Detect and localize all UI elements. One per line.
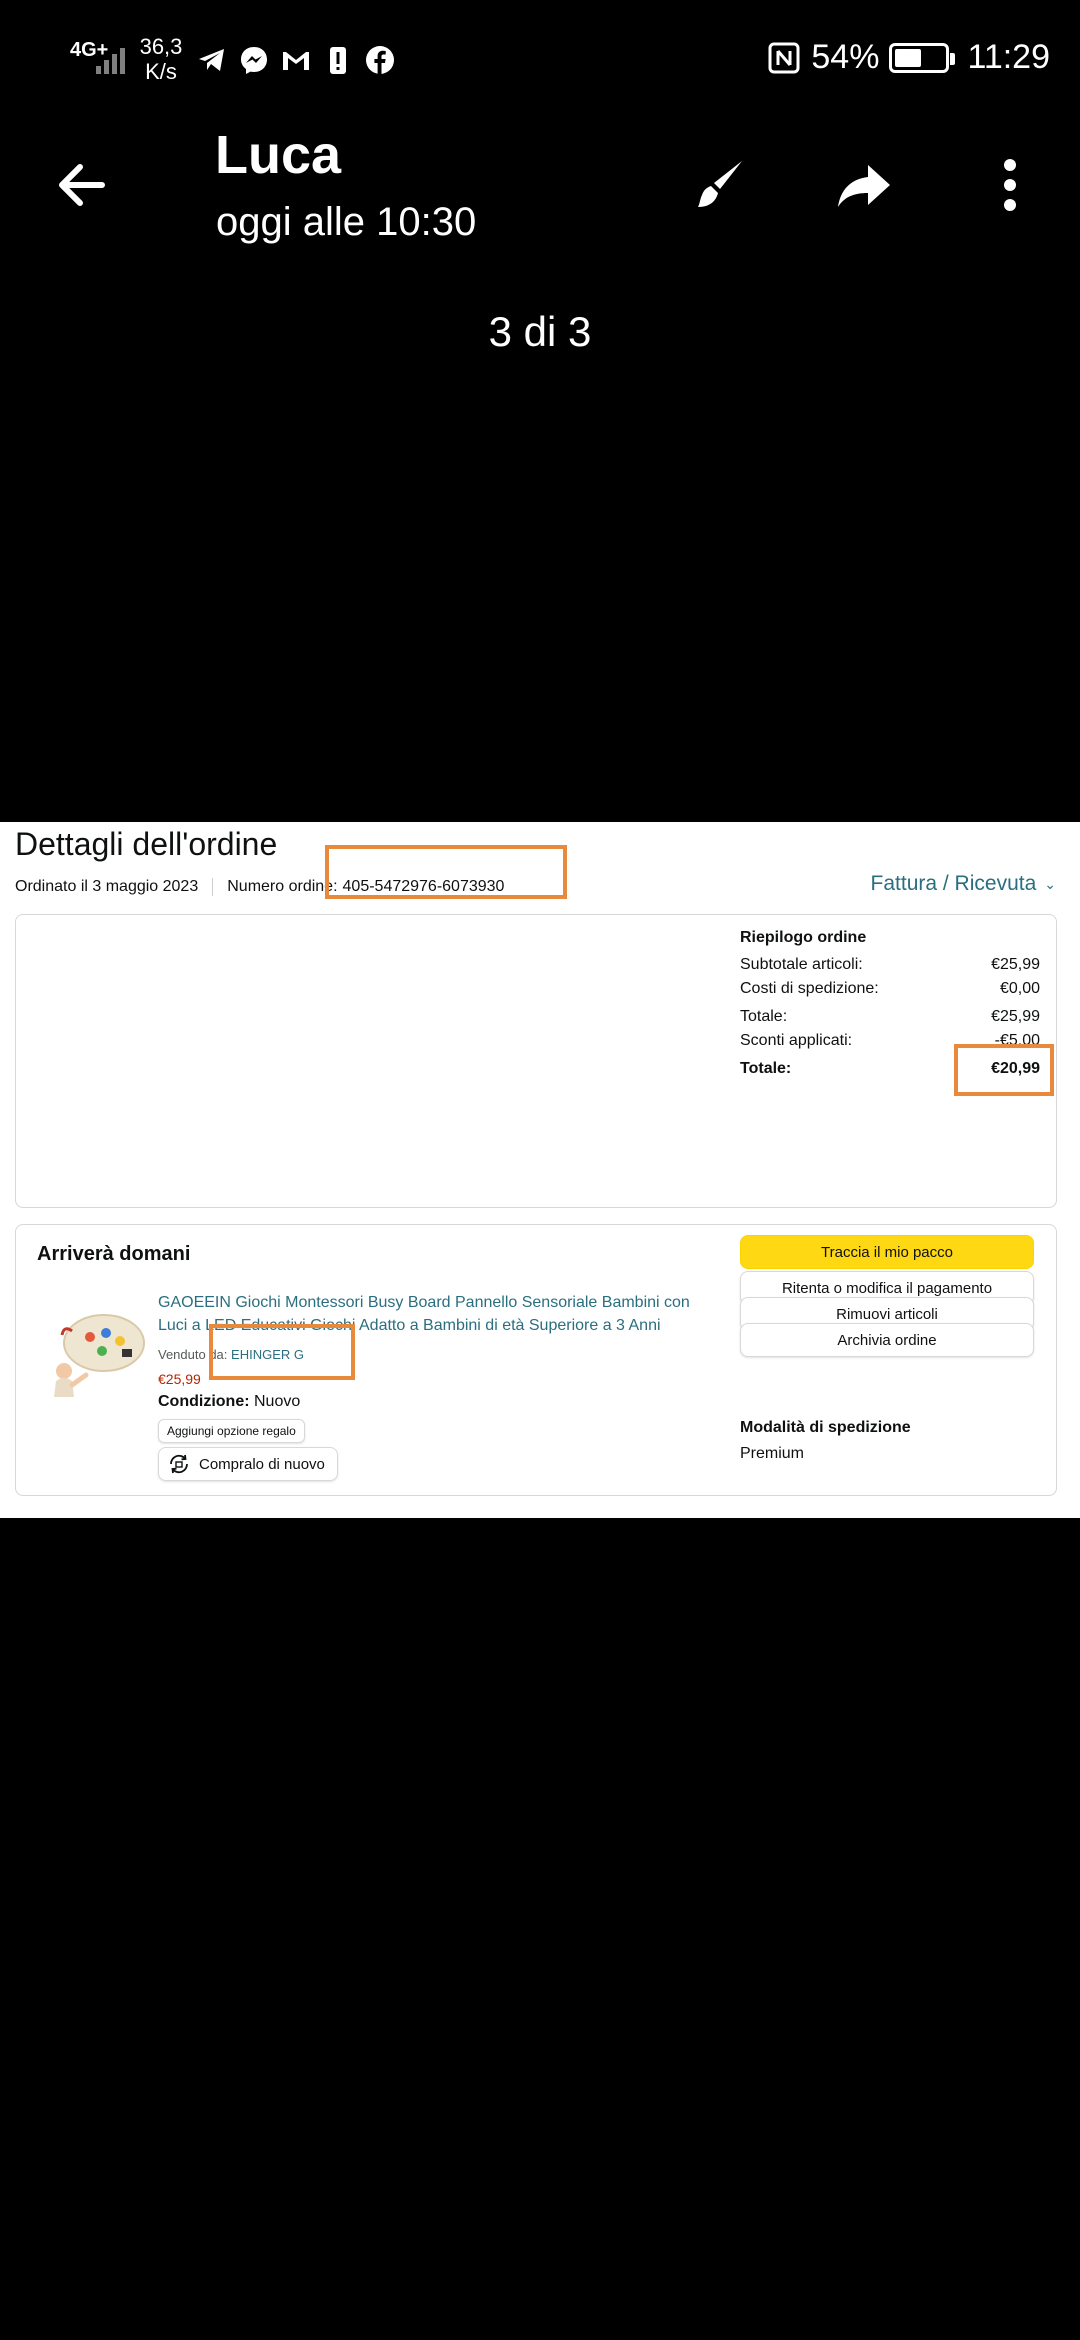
summary-label: Totale: [740,1008,788,1025]
order-screenshot: Dettagli dell'ordine Ordinato il 3 maggi… [0,822,1080,1518]
battery-percent: 54% [811,38,880,76]
battery-icon [889,42,956,73]
highlight-box-total [954,1044,1054,1096]
page-title: Dettagli dell'ordine [15,826,278,862]
image-counter: 3 di 3 [488,308,592,355]
condition-value: Nuovo [254,1393,301,1410]
gmail-icon [283,52,309,70]
product-image[interactable] [42,1301,152,1401]
order-number-label: Numero ordine: [227,878,338,895]
arrival-status: Arriverà domani [37,1243,191,1265]
track-package-button[interactable]: Traccia il mio pacco [740,1235,1034,1269]
condition-label: Condizione: [158,1393,250,1410]
shipping-method-value: Premium [740,1445,805,1462]
product-condition: Condizione: Nuovo [158,1393,300,1411]
signal-icon [96,44,125,74]
summary-row: Totale: €25,99 [740,1005,1040,1029]
summary-label: Sconti applicati: [740,1032,853,1049]
highlight-box-order-number [325,845,567,899]
archive-order-button[interactable]: Archivia ordine [740,1323,1034,1357]
divider [212,878,214,896]
status-right: 54% 11:29 [767,38,1050,77]
buy-again-icon [170,1454,188,1474]
summary-label: Costi di spedizione: [740,980,879,997]
buy-again-button[interactable]: Compralo di nuovo [158,1447,338,1481]
order-date: Ordinato il 3 maggio 2023 [15,878,199,895]
invoice-link[interactable]: Fattura / Ricevuta ⌄ [871,872,1056,896]
alert-icon [330,47,346,74]
product-price: €25,99 [158,1371,201,1387]
highlight-box-seller [209,1324,355,1380]
buy-again-label: Compralo di nuovo [199,1455,325,1473]
summary-row: Costi di spedizione: €0,00 [740,977,1040,1001]
nfc-icon [768,42,800,73]
network-speed: 36,3 K/s [136,34,186,84]
share-icon[interactable] [834,155,894,215]
summary-title: Riepilogo ordine [740,929,867,946]
more-vertical-icon[interactable] [980,155,1040,215]
grand-total-label: Totale: [740,1060,792,1077]
summary-row: Subtotale articoli: €25,99 [740,953,1040,977]
message-time: oggi alle 10:30 [216,200,477,244]
network-speed-value: 36,3 [139,34,183,59]
summary-value: €0,00 [999,980,1040,997]
add-gift-option-button[interactable]: Aggiungi opzione regalo [158,1419,305,1443]
telegram-icon [199,49,224,71]
messenger-icon [241,47,267,74]
facebook-icon [366,46,394,74]
network-speed-unit: K/s [145,59,177,84]
summary-value: €25,99 [991,1008,1040,1025]
order-summary-panel: Riepilogo ordine Subtotale articoli: €25… [15,914,1057,1208]
brush-icon[interactable] [690,155,750,215]
summary-value: €25,99 [991,956,1040,973]
shipping-method-label: Modalità di spedizione [740,1419,911,1436]
invoice-label: Fattura / Ricevuta [870,872,1037,895]
battery-fill [895,48,922,67]
clock: 11:29 [967,38,1050,76]
summary-label: Subtotale articoli: [740,956,863,973]
chevron-down-icon: ⌄ [1044,875,1056,892]
status-bar: 4G+ 36,3 K/s 54% 11:29 [0,0,1080,120]
back-arrow-icon[interactable] [52,155,112,215]
sender-name: Luca [215,125,342,185]
shipment-panel: Arriverà domani GAOEEIN Giochi Montessor… [15,1224,1057,1496]
